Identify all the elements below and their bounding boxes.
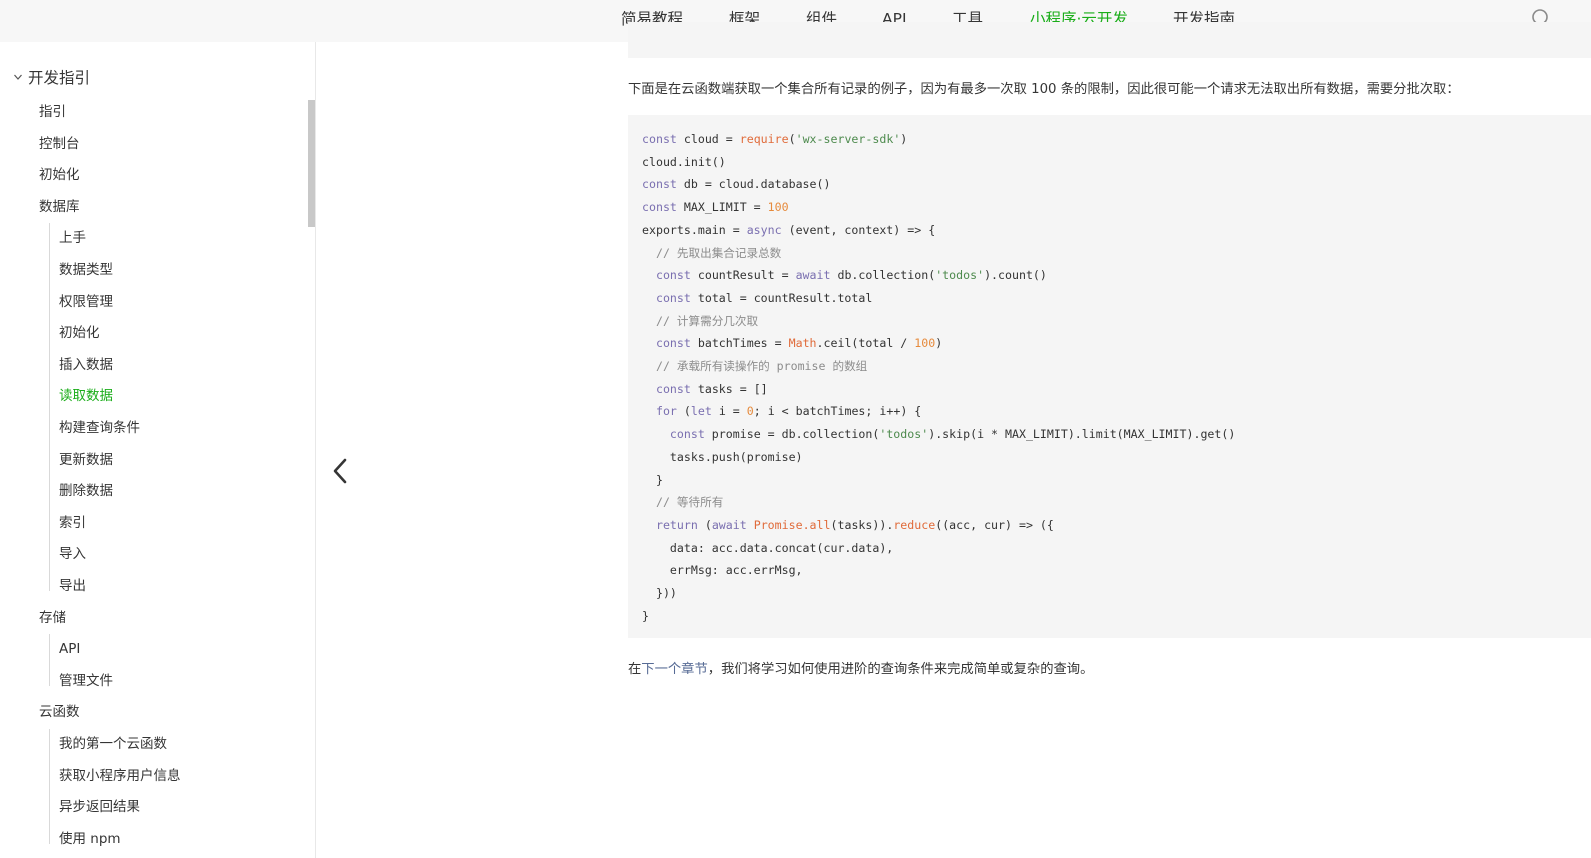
sidebar-item[interactable]: 云函数 xyxy=(39,703,80,721)
sidebar-scrollbar-thumb[interactable] xyxy=(308,100,315,227)
sidebar-item[interactable]: 指引 xyxy=(39,103,66,121)
code-line: // 等待所有 xyxy=(655,495,724,510)
sidebar-tree-guide xyxy=(49,634,50,686)
sidebar-item[interactable]: 构建查询条件 xyxy=(59,419,140,437)
sidebar-item[interactable]: API xyxy=(59,640,80,658)
next-chapter-link[interactable]: 下一个章节 xyxy=(641,662,707,677)
code-line: tasks.push(promise) xyxy=(642,449,803,464)
intro-paragraph: 下面是在云函数端获取一个集合所有记录的例子，因为有最多一次取 100 条的限制，… xyxy=(628,82,1460,97)
sidebar-item[interactable]: 读取数据 xyxy=(59,387,113,405)
sidebar-item[interactable]: 删除数据 xyxy=(59,482,113,500)
sidebar-item[interactable]: 控制台 xyxy=(39,135,80,153)
sidebar-section-label: 开发指引 xyxy=(28,69,91,87)
sidebar-item[interactable]: 异步返回结果 xyxy=(59,798,140,816)
code-line: data: acc.data.concat(cur.data), xyxy=(642,540,894,555)
sidebar-item[interactable]: 插入数据 xyxy=(59,356,113,374)
sidebar-item[interactable]: 导入 xyxy=(59,545,86,563)
code-line: const db = cloud.database() xyxy=(642,177,831,192)
code-line: const batchTimes = Math.ceil(total / 100… xyxy=(655,336,943,351)
sidebar-section-dev-guide[interactable]: 开发指引 xyxy=(13,66,90,88)
sidebar-item[interactable]: 导出 xyxy=(59,577,86,595)
code-line: const tasks = [] xyxy=(655,381,768,396)
sidebar-tree-guide xyxy=(49,729,50,844)
outro-paragraph: 在下一个章节，我们将学习如何使用进阶的查询条件来完成简单或复杂的查询。 xyxy=(628,660,1093,680)
code-block-previous xyxy=(628,22,1591,58)
code-line: // 先取出集合记录总数 xyxy=(655,245,782,260)
code-line: exports.main = async (event, context) =>… xyxy=(642,222,936,237)
sidebar-item[interactable]: 使用 npm xyxy=(59,830,121,848)
code-line: // 承载所有读操作的 promise 的数组 xyxy=(655,359,868,373)
code-line: return (await Promise.all(tasks)).reduce… xyxy=(655,517,1054,532)
code-line: } xyxy=(642,472,663,487)
sidebar-item[interactable]: 数据库 xyxy=(39,198,80,216)
sidebar-item[interactable]: 上手 xyxy=(59,229,86,247)
sidebar: 开发指引 指引 控制台 初始化 数据库 上手 数据类型 权限管理 初始化 插入数据 读取数据 构建查… xyxy=(0,42,316,858)
code-line: const total = countResult.total xyxy=(655,290,873,305)
code-line: })) xyxy=(642,586,677,600)
code-line: const countResult = await db.collection(… xyxy=(655,268,1047,283)
code-block: const cloud = require('wx-server-sdk') cl… xyxy=(628,115,1591,638)
code-line: cloud.init() xyxy=(642,154,726,169)
sidebar-item[interactable]: 管理文件 xyxy=(59,672,113,690)
outro-text-after: ，我们将学习如何使用进阶的查询条件来完成简单或复杂的查询。 xyxy=(707,662,1094,677)
sidebar-item[interactable]: 存储 xyxy=(39,609,66,627)
sidebar-item[interactable]: 更新数据 xyxy=(59,451,113,469)
code-line: const promise = db.collection('todos').s… xyxy=(669,427,1236,442)
code-line: for (let i = 0; i < batchTimes; i++) { xyxy=(655,404,922,419)
outro-text-before: 在 xyxy=(628,662,642,677)
sidebar-item[interactable]: 初始化 xyxy=(59,324,100,342)
code-line: errMsg: acc.errMsg, xyxy=(642,563,803,578)
sidebar-item[interactable]: 权限管理 xyxy=(59,293,113,311)
sidebar-item[interactable]: 数据类型 xyxy=(59,261,113,279)
sidebar-item[interactable]: 索引 xyxy=(59,514,86,532)
code-line: // 计算需分几次取 xyxy=(655,313,759,328)
chevron-down-icon xyxy=(14,74,22,80)
code-line: } xyxy=(642,608,649,623)
chevron-left-icon[interactable] xyxy=(330,456,352,486)
code-line: const cloud = require('wx-server-sdk') xyxy=(642,132,908,146)
code-line: const MAX_LIMIT = 100 xyxy=(642,200,789,215)
sidebar-item[interactable]: 初始化 xyxy=(39,166,80,184)
sidebar-item[interactable]: 获取小程序用户信息 xyxy=(59,767,181,785)
sidebar-tree-guide xyxy=(49,223,50,591)
sidebar-item[interactable]: 我的第一个云函数 xyxy=(59,735,167,753)
